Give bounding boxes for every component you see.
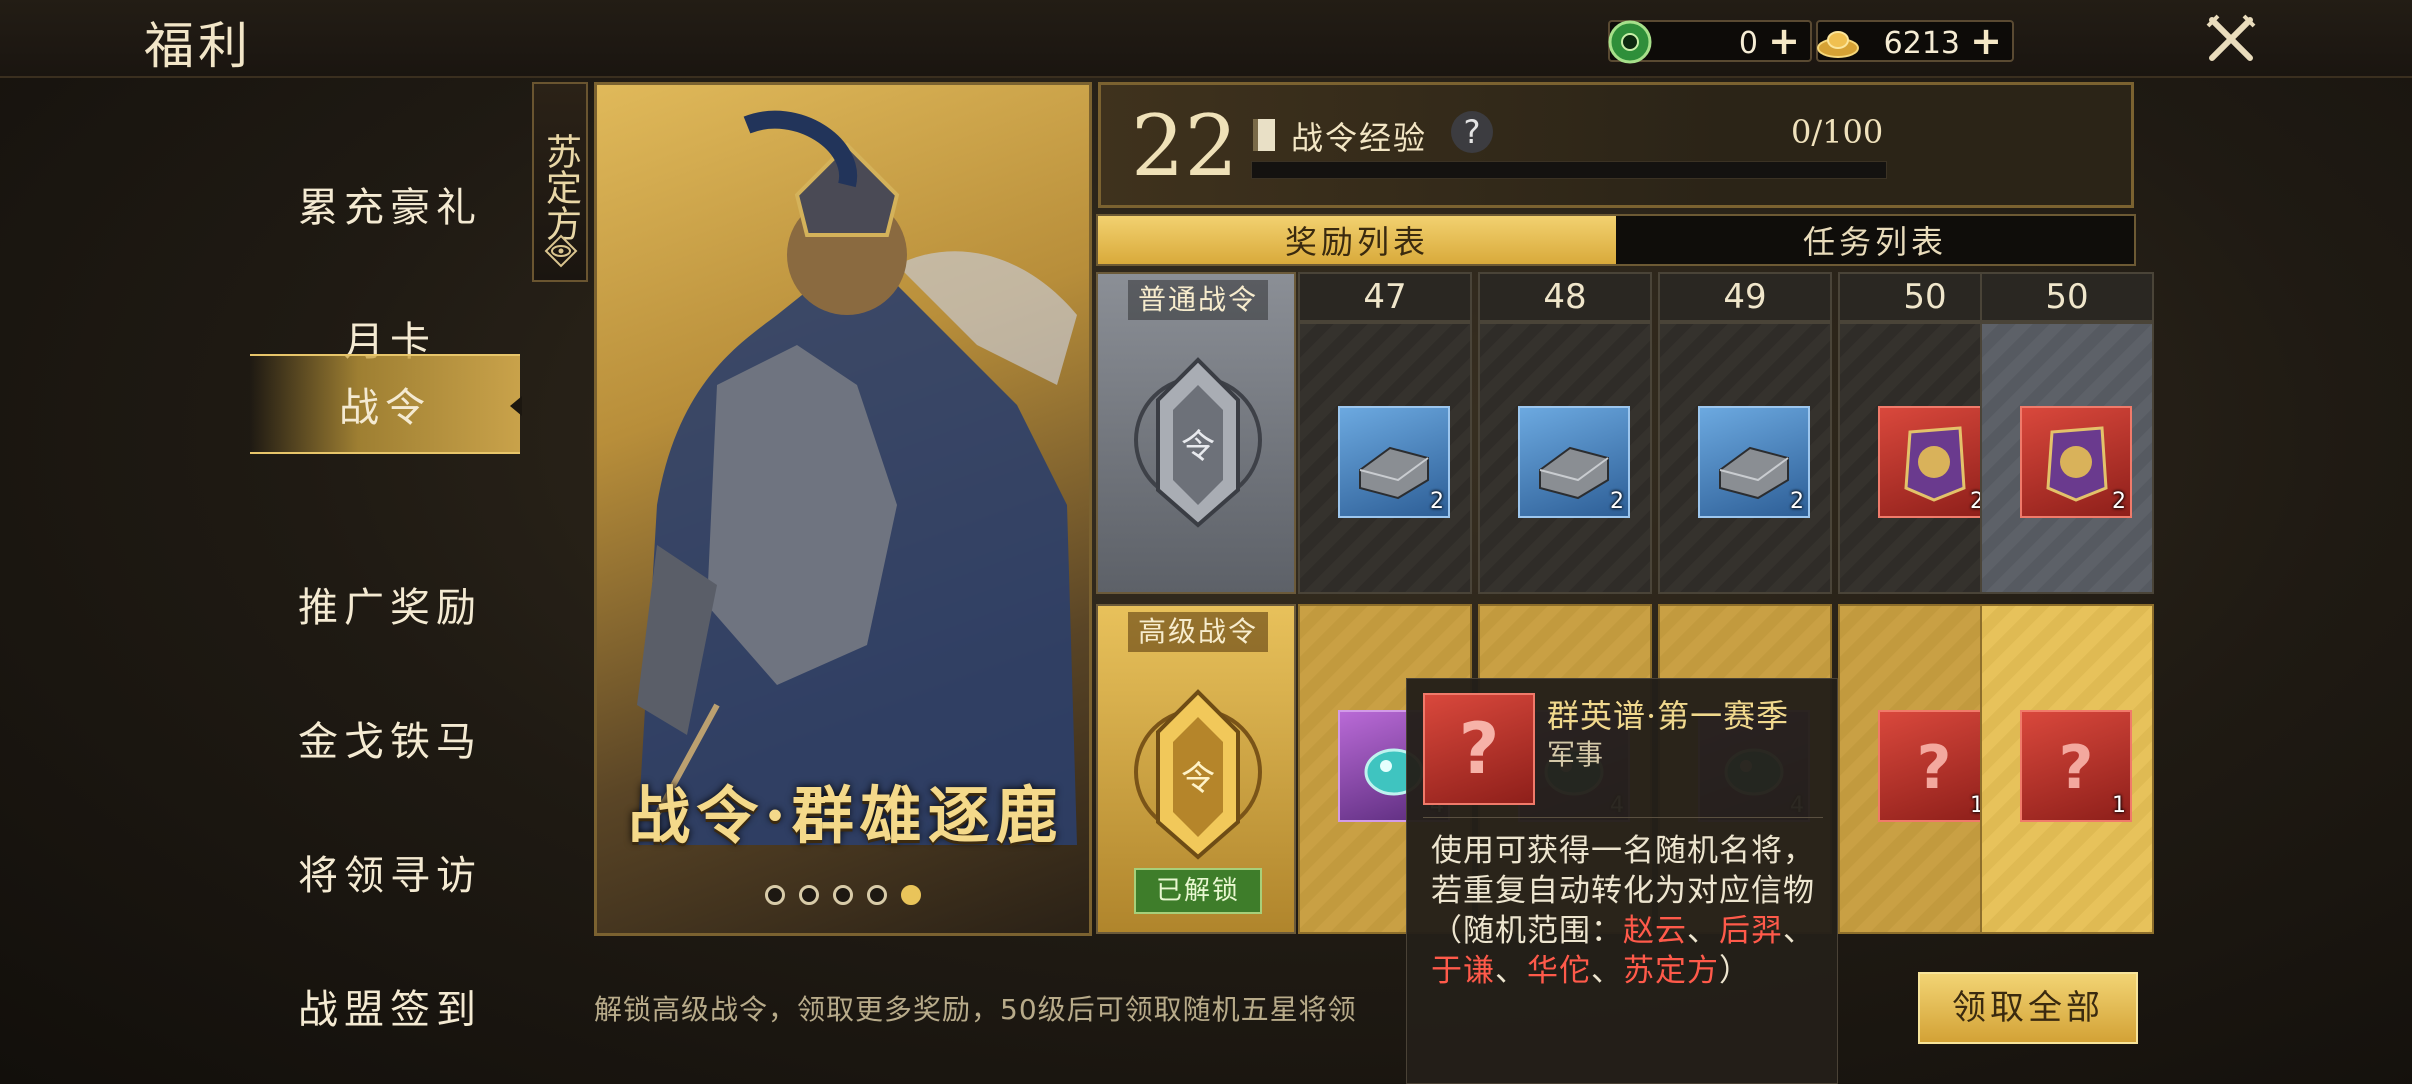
tooltip-divider (1423, 817, 1823, 818)
tooltip-desc-suffix: ） (1719, 953, 1751, 989)
exp-label: 战令经验 (1291, 119, 1428, 157)
gold-amount: 6213 (1883, 26, 1960, 61)
normal-pass-header: 普通战令 令 (1096, 272, 1296, 594)
mystery-general-item[interactable]: ? 1 (2020, 710, 2132, 822)
gold-ingot-icon (1817, 31, 1859, 58)
normal-reward-cell[interactable]: 2 (1298, 322, 1472, 594)
iron-ingot-item[interactable]: 2 (1338, 406, 1450, 518)
sidebar-item-iron-horse[interactable]: 金戈铁马 (250, 688, 530, 788)
reward-tabs: 奖励列表 任务列表 (1096, 214, 2136, 266)
battle-pass-exp-panel: 22 战令经验 ? 0/100 (1098, 82, 2134, 208)
sidebar-item-label: 推广奖励 (298, 585, 482, 631)
item-quantity: 2 (1430, 489, 1444, 514)
hero-banner[interactable]: 战令·群雄逐鹿 (594, 82, 1092, 936)
battle-pass-level: 22 (1131, 97, 1238, 195)
normal-reward-cell[interactable]: 2 (1658, 322, 1832, 594)
tab-task-list[interactable]: 任务列表 (1616, 216, 2134, 264)
separator: 、 (1591, 953, 1623, 989)
tab-reward-list[interactable]: 奖励列表 (1098, 216, 1616, 264)
claim-all-button[interactable]: 领取全部 (1918, 972, 2138, 1044)
hero-name-tag[interactable]: 苏定方 (532, 82, 588, 282)
eye-icon[interactable] (542, 232, 580, 270)
exp-progress-bar (1251, 161, 1887, 179)
iron-ingot-item[interactable]: 2 (1518, 406, 1630, 518)
sidebar-item-recharge-gift[interactable]: 累充豪礼 (250, 154, 530, 254)
sidebar: 累充豪礼 月卡 战令 推广奖励 金戈铁马 将领寻访 战盟签到 (0, 90, 522, 1084)
item-quantity: 2 (1790, 489, 1804, 514)
sidebar-item-general-visit[interactable]: 将领寻访 (250, 822, 530, 922)
sidebar-item-label: 战令 (339, 385, 431, 431)
sidebar-item-alliance-checkin[interactable]: 战盟签到 (250, 956, 530, 1056)
item-quantity: 2 (1610, 489, 1624, 514)
carousel-dot-active[interactable] (901, 885, 921, 905)
separator: 、 (1687, 913, 1719, 949)
carousel-dot[interactable] (765, 885, 785, 905)
gold-currency: 6213 + (1816, 20, 2014, 62)
general-name: 于谦 (1431, 953, 1495, 989)
general-token-item[interactable]: 2 (1878, 406, 1990, 518)
silver-emblem-icon: 令 (1134, 357, 1262, 528)
unlocked-badge: 已解锁 (1134, 868, 1262, 914)
sidebar-item-label: 累充豪礼 (298, 185, 482, 231)
premium-pass-label: 高级战令 (1128, 612, 1268, 652)
carousel-dot[interactable] (799, 885, 819, 905)
svg-text:令: 令 (1181, 759, 1215, 799)
hero-name: 苏定方 (540, 133, 581, 241)
hero-title: 战令·群雄逐鹿 (628, 779, 1064, 852)
jade-currency: 0 + (1608, 20, 1812, 64)
iron-ingot-item[interactable]: 2 (1698, 406, 1810, 518)
add-jade-button[interactable]: + (1766, 22, 1802, 60)
svg-text:?: ? (2059, 733, 2094, 803)
premium-pass-header: 高级战令 令 已解锁 (1096, 604, 1296, 934)
carousel-dot[interactable] (867, 885, 887, 905)
item-quantity: 1 (2112, 793, 2126, 818)
tooltip-description: 使用可获得一名随机名将，若重复自动转化为对应信物（随机范围：赵云、后羿、于谦、华… (1431, 831, 1821, 991)
help-icon[interactable]: ? (1451, 111, 1493, 153)
general-name: 华佗 (1527, 953, 1591, 989)
normal-reward-cell[interactable]: 2 (1980, 322, 2154, 594)
level-header: 48 (1478, 272, 1652, 322)
sidebar-item-battle-pass[interactable]: 战令 (250, 354, 522, 454)
hero-portrait-image (637, 110, 1077, 845)
svg-text:?: ? (1459, 708, 1500, 790)
sidebar-item-label: 将领寻访 (298, 853, 482, 899)
item-quantity: 2 (2112, 489, 2126, 514)
carousel-dots (765, 885, 921, 905)
mystery-general-item[interactable]: ? 1 (1878, 710, 1990, 822)
book-icon (1253, 119, 1275, 151)
svg-text:令: 令 (1181, 427, 1215, 467)
tooltip-title: 群英谱·第一赛季 (1547, 697, 1790, 735)
sidebar-item-label: 战盟签到 (298, 987, 482, 1033)
general-name: 赵云 (1623, 913, 1687, 949)
jade-amount: 0 (1738, 26, 1758, 61)
tooltip-subtitle: 军事 (1547, 738, 1604, 771)
exp-progress-text: 0/100 (1791, 113, 1884, 151)
add-gold-button[interactable]: + (1968, 22, 2004, 60)
item-tooltip: ? 群英谱·第一赛季 军事 使用可获得一名随机名将，若重复自动转化为对应信物（随… (1406, 678, 1838, 1084)
mystery-general-icon: ? (1423, 693, 1535, 805)
gold-emblem-icon: 令 (1134, 689, 1262, 860)
normal-reward-cell[interactable]: 2 (1478, 322, 1652, 594)
jade-coin-icon (1608, 20, 1652, 64)
general-name: 苏定方 (1623, 953, 1719, 989)
sidebar-item-label: 金戈铁马 (298, 719, 482, 765)
general-token-item[interactable]: 2 (2020, 406, 2132, 518)
level-header: 50 (1980, 272, 2154, 322)
separator: 、 (1783, 913, 1815, 949)
top-bar: 福利 0 + 6213 + (0, 0, 2412, 78)
level-header: 49 (1658, 272, 1832, 322)
close-icon[interactable] (2204, 12, 2258, 66)
general-name: 后羿 (1719, 913, 1783, 949)
footer-note: 解锁高级战令，领取更多奖励，50级后可领取随机五星将领 (594, 993, 1357, 1026)
sidebar-item-promotion-reward[interactable]: 推广奖励 (250, 554, 530, 654)
carousel-dot[interactable] (833, 885, 853, 905)
normal-pass-label: 普通战令 (1128, 280, 1268, 320)
page-title: 福利 (144, 17, 252, 75)
level-header: 47 (1298, 272, 1472, 322)
separator: 、 (1495, 953, 1527, 989)
svg-text:?: ? (1917, 733, 1952, 803)
premium-reward-cell[interactable]: ? 1 (1980, 604, 2154, 934)
